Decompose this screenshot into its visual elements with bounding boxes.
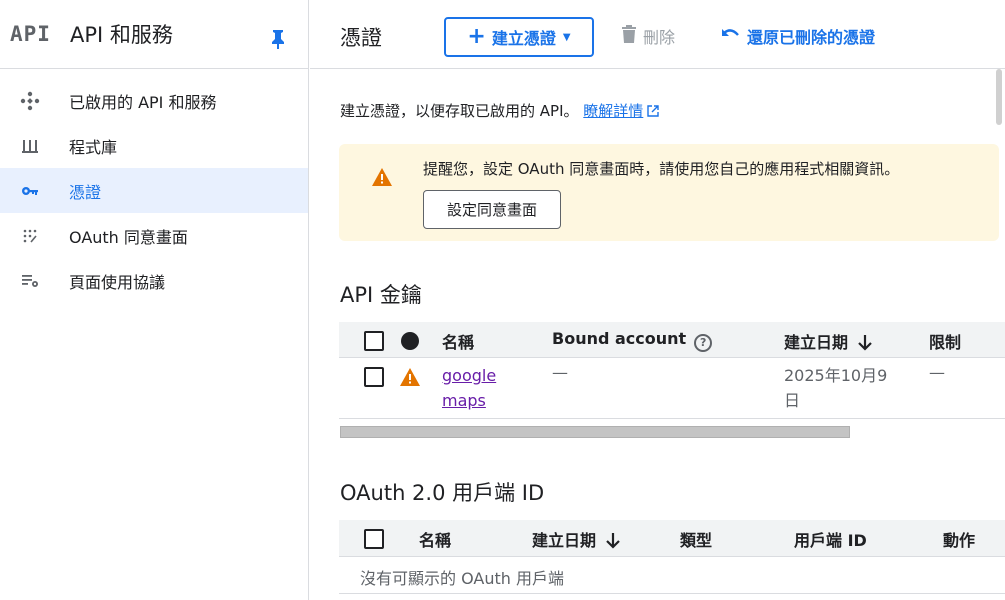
sidebar-item-library[interactable]: 程式庫 [0, 123, 308, 168]
main-content: 憑證 + 建立憑證 ▼ 刪除 還原已刪除的憑證 建立憑證，以便存取已啟用的 AP… [310, 0, 1005, 600]
select-all-checkbox[interactable] [364, 529, 384, 549]
select-all-checkbox[interactable] [364, 331, 384, 351]
undo-icon [721, 26, 747, 46]
sidebar-item-label: 程式庫 [69, 137, 118, 157]
horizontal-scrollbar[interactable] [340, 426, 850, 438]
column-header-client-id[interactable]: 用戶端 ID [794, 527, 867, 551]
plus-icon: + [467, 24, 486, 49]
created-date-value: 2025年10月9 日 [784, 366, 888, 410]
create-credentials-button[interactable]: + 建立憑證 ▼ [444, 17, 594, 57]
bound-account-value: — [552, 363, 568, 382]
configure-consent-button[interactable]: 設定同意畫面 [423, 190, 561, 229]
settings-list-icon [20, 271, 40, 291]
restore-deleted-button[interactable]: 還原已刪除的憑證 [721, 24, 875, 48]
create-credentials-label: 建立憑證 [491, 29, 556, 48]
help-icon[interactable]: ? [694, 334, 713, 352]
diamond-dots-icon [20, 91, 40, 111]
warning-icon [400, 368, 420, 390]
sidebar-item-label: OAuth 同意畫面 [69, 227, 188, 247]
column-header-name[interactable]: 名稱 [419, 527, 451, 551]
vertical-scrollbar[interactable] [996, 69, 1002, 125]
empty-state-row: 沒有可顯示的 OAuth 用戶端 [339, 557, 1005, 594]
external-link-icon [647, 103, 660, 121]
warning-icon [372, 168, 392, 190]
sidebar: API API 和服務 已啟用的 API 和服務 程式庫 憑證 OAuth 同意… [0, 0, 309, 600]
sidebar-item-label: 憑證 [69, 182, 102, 202]
column-header-type[interactable]: 類型 [680, 527, 712, 551]
restore-deleted-label: 還原已刪除的憑證 [747, 28, 876, 47]
intro-description: 建立憑證，以便存取已啟用的 API。 [340, 102, 579, 120]
sidebar-item-page-usage[interactable]: 頁面使用協議 [0, 258, 308, 303]
api-keys-title: API 金鑰 [340, 283, 422, 307]
sidebar-title: API 和服務 [70, 23, 173, 47]
intro-text: 建立憑證，以便存取已啟用的 API。 瞭解詳情 [340, 100, 660, 121]
trash-icon [621, 25, 643, 47]
toolbar: 憑證 + 建立憑證 ▼ 刪除 還原已刪除的憑證 [310, 0, 1005, 69]
column-header-created-date[interactable]: 建立日期 [532, 527, 620, 553]
sidebar-item-credentials[interactable]: 憑證 [0, 168, 308, 213]
sidebar-nav: 已啟用的 API 和服務 程式庫 憑證 OAuth 同意畫面 頁面使用協議 [0, 69, 308, 303]
consent-dots-icon [20, 226, 40, 246]
api-key-name-link[interactable]: google maps [442, 363, 496, 413]
column-header-name[interactable]: 名稱 [442, 329, 474, 353]
oauth-table-header: 名稱 建立日期 類型 用戶端 ID 動作 [339, 520, 1005, 557]
sidebar-item-oauth-consent[interactable]: OAuth 同意畫面 [0, 213, 308, 258]
column-header-restrictions[interactable]: 限制 [929, 329, 961, 353]
api-logo: API [10, 22, 51, 46]
row-checkbox[interactable] [364, 367, 384, 387]
sort-arrow-down-icon [858, 335, 872, 355]
warning-banner: 提醒您，設定 OAuth 同意畫面時，請使用您自己的應用程式相關資訊。 設定同意… [339, 144, 999, 241]
status-dot-icon [401, 332, 419, 350]
learn-more-link[interactable]: 瞭解詳情 [583, 102, 660, 121]
delete-label: 刪除 [643, 28, 676, 47]
api-keys-table-header: 名稱 Bound account? 建立日期 限制 [339, 322, 1005, 358]
sort-arrow-down-icon [606, 533, 620, 553]
column-header-actions: 動作 [943, 531, 976, 550]
table-row: google maps — 2025年10月9 日 — [339, 358, 1005, 419]
empty-state-text: 沒有可顯示的 OAuth 用戶端 [360, 569, 564, 588]
pin-icon[interactable] [268, 28, 288, 50]
oauth-title: OAuth 2.0 用戶端 ID [340, 481, 545, 505]
restrictions-value: — [929, 363, 945, 382]
sidebar-item-label: 已啟用的 API 和服務 [69, 92, 217, 112]
sidebar-item-enabled-apis[interactable]: 已啟用的 API 和服務 [0, 78, 308, 123]
library-icon [20, 136, 40, 156]
column-header-created-date[interactable]: 建立日期 [784, 329, 872, 355]
caret-down-icon: ▼ [562, 31, 571, 43]
delete-button[interactable]: 刪除 [621, 24, 675, 48]
key-icon [20, 181, 40, 201]
page-title: 憑證 [340, 26, 382, 50]
column-header-bound-account: Bound account? [552, 329, 713, 352]
sidebar-item-label: 頁面使用協議 [69, 272, 166, 292]
sidebar-header: API API 和服務 [0, 0, 308, 69]
warning-text: 提醒您，設定 OAuth 同意畫面時，請使用您自己的應用程式相關資訊。 [423, 160, 900, 178]
